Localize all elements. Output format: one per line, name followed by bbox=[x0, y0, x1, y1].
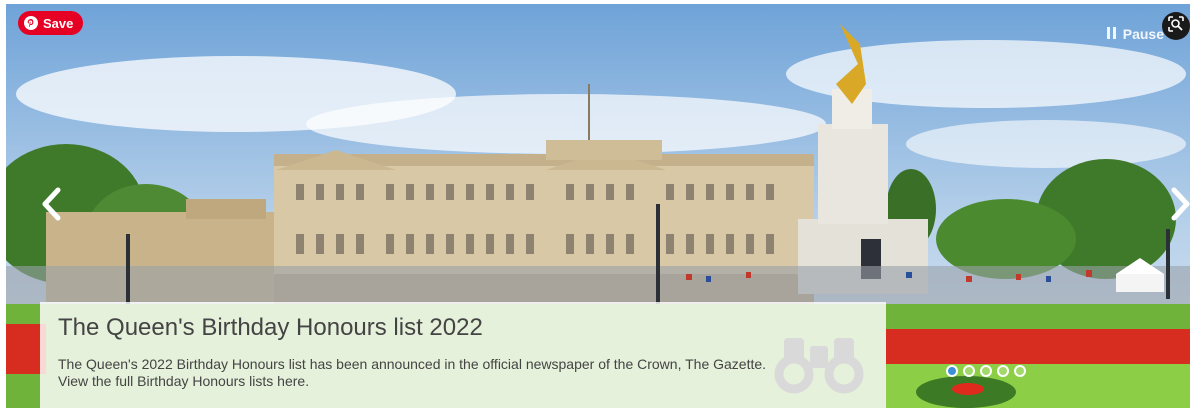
visual-search-button[interactable] bbox=[1162, 12, 1190, 40]
pagination-dot-5[interactable] bbox=[1014, 365, 1026, 377]
pause-icon bbox=[1106, 26, 1117, 42]
slide-title[interactable]: The Queen's Birthday Honours list 2022 bbox=[58, 314, 483, 342]
slide-description: The Queen's 2022 Birthday Honours list h… bbox=[58, 356, 767, 389]
pause-button[interactable]: Pause bbox=[1106, 26, 1164, 42]
hero-slider: Save Pause The Queen's Birthday Honours … bbox=[6, 4, 1190, 408]
visual-search-icon bbox=[1167, 15, 1185, 38]
binoculars-icon bbox=[774, 332, 864, 399]
slide-pagination bbox=[946, 365, 1026, 377]
chevron-right-icon bbox=[1171, 187, 1190, 226]
pagination-dot-2[interactable] bbox=[963, 365, 975, 377]
pagination-dot-4[interactable] bbox=[997, 365, 1009, 377]
pinterest-icon bbox=[24, 16, 38, 30]
pagination-dot-1[interactable] bbox=[946, 365, 958, 377]
save-button-label: Save bbox=[43, 15, 74, 31]
slide-caption-panel: The Queen's Birthday Honours list 2022 T… bbox=[40, 302, 886, 408]
chevron-left-icon bbox=[41, 187, 61, 226]
pause-label: Pause bbox=[1122, 26, 1164, 42]
previous-slide-button[interactable] bbox=[34, 184, 68, 228]
next-slide-button[interactable] bbox=[1164, 184, 1190, 228]
pagination-dot-3[interactable] bbox=[980, 365, 992, 377]
pinterest-save-button[interactable]: Save bbox=[18, 11, 84, 35]
